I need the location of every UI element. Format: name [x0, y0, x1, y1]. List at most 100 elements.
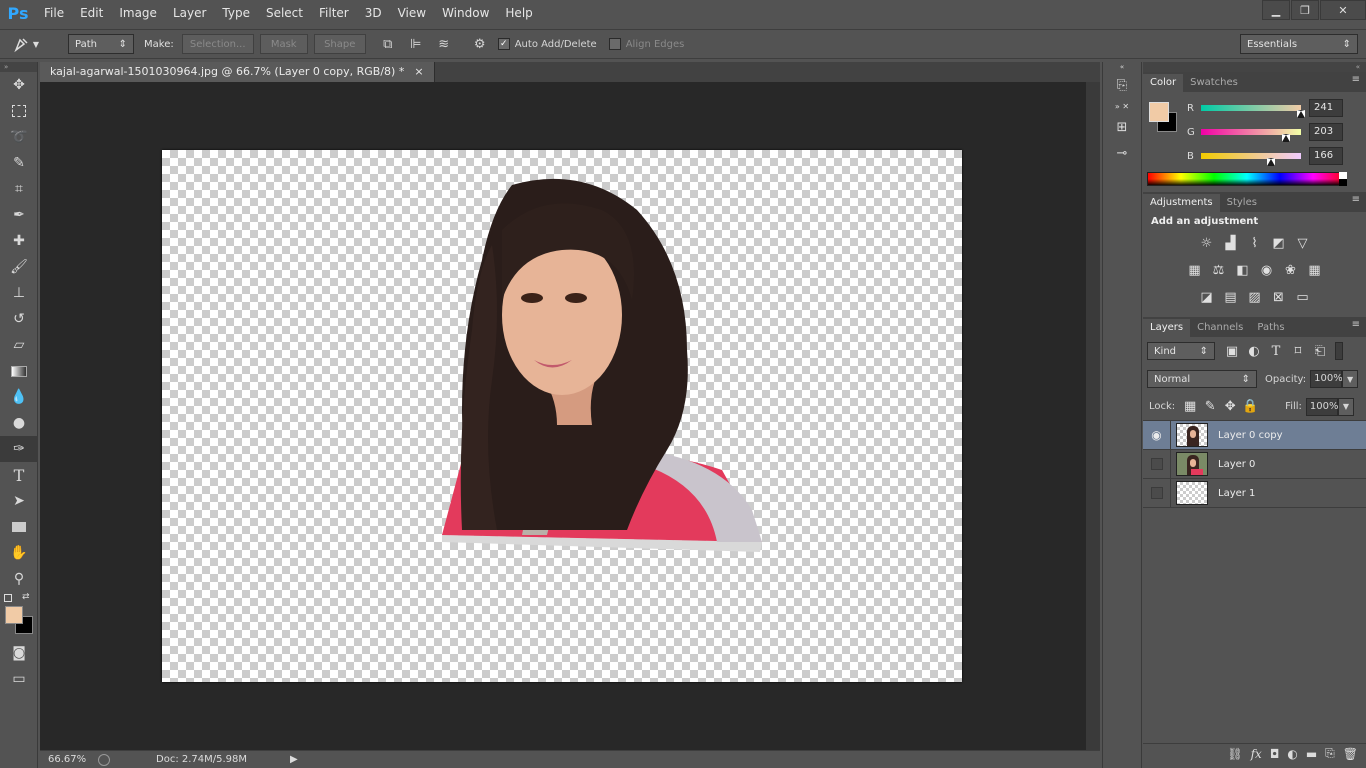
zoom-tool-icon[interactable]: ⚲ — [0, 566, 38, 592]
invert-icon[interactable]: ◪ — [1198, 289, 1216, 307]
spectrum-white-swatch[interactable] — [1339, 172, 1347, 179]
brush-tool-icon[interactable]: 🖌 — [0, 254, 38, 280]
swap-colors-icon[interactable]: ⇄ — [22, 592, 30, 602]
marquee-tool-icon[interactable] — [0, 98, 38, 124]
lock-image-icon[interactable]: ✎ — [1201, 398, 1219, 416]
layer-row[interactable]: Layer 1 — [1143, 479, 1366, 508]
foreground-color-swatch[interactable] — [5, 606, 23, 624]
vibrance-icon[interactable]: ▽ — [1294, 235, 1312, 253]
exposure-icon[interactable]: ◩ — [1270, 235, 1288, 253]
panel-menu-icon[interactable]: ≡ — [1352, 319, 1360, 330]
menu-image[interactable]: Image — [111, 0, 165, 26]
menu-edit[interactable]: Edit — [72, 0, 111, 26]
menu-3d[interactable]: 3D — [357, 0, 390, 26]
photo-filter-icon[interactable]: ◉ — [1258, 262, 1276, 280]
black-white-icon[interactable]: ◧ — [1234, 262, 1252, 280]
layer-kind-select[interactable]: Kind ⇕ — [1147, 342, 1215, 360]
lock-transparent-icon[interactable]: ▦ — [1181, 398, 1199, 416]
panel-dock-icon[interactable]: » ✕ — [1103, 98, 1141, 114]
panel-collapse-icon[interactable]: » — [0, 62, 37, 72]
layer-style-icon[interactable]: fx — [1251, 747, 1262, 761]
lock-position-icon[interactable]: ✥ — [1221, 398, 1239, 416]
blend-mode-select[interactable]: Normal ⇕ — [1147, 370, 1257, 388]
opacity-dropdown-icon[interactable]: ▼ — [1342, 370, 1359, 388]
lasso-tool-icon[interactable]: ➰ — [0, 124, 38, 150]
minimize-button[interactable]: ▁ — [1262, 0, 1290, 20]
add-mask-icon[interactable]: ◘ — [1270, 747, 1280, 761]
tab-channels[interactable]: Channels — [1190, 319, 1250, 337]
gradient-tool-icon[interactable] — [0, 358, 38, 384]
blue-slider-thumb[interactable] — [1267, 158, 1276, 166]
color-balance-icon[interactable]: ⚖ — [1210, 262, 1228, 280]
link-layers-icon[interactable]: ⛓ — [1227, 747, 1242, 761]
color-spectrum-bar[interactable] — [1147, 172, 1347, 186]
auto-add-delete-checkbox[interactable]: ✓ Auto Add/Delete — [497, 38, 597, 50]
filter-type-icon[interactable]: T — [1267, 342, 1285, 360]
status-info-icon[interactable] — [98, 753, 110, 766]
history-panel-icon[interactable]: ⎘ — [1103, 72, 1141, 98]
gear-icon[interactable]: ⚙ — [470, 34, 490, 54]
align-edges-checkbox[interactable]: Align Edges — [608, 38, 684, 50]
delete-layer-icon[interactable]: 🗑 — [1343, 747, 1358, 761]
new-adjustment-layer-icon[interactable]: ◐ — [1287, 747, 1297, 761]
pen-tool-icon[interactable]: ✑ — [0, 436, 38, 462]
expand-panels-icon[interactable]: « — [1103, 62, 1141, 72]
menu-help[interactable]: Help — [497, 0, 540, 26]
path-operations-icon[interactable]: ⧉ — [378, 34, 398, 54]
tab-swatches[interactable]: Swatches — [1183, 74, 1245, 92]
selective-color-icon[interactable]: ⊠ — [1270, 289, 1288, 307]
filter-smart-object-icon[interactable]: ⎗ — [1311, 342, 1329, 360]
posterize-icon[interactable]: ▤ — [1222, 289, 1240, 307]
workspace-select[interactable]: Essentials ⇕ — [1240, 34, 1358, 54]
blur-tool-icon[interactable]: 💧 — [0, 384, 38, 410]
tab-paths[interactable]: Paths — [1250, 319, 1291, 337]
tab-adjustments[interactable]: Adjustments — [1143, 194, 1220, 212]
panel-menu-icon[interactable]: ≡ — [1352, 74, 1360, 85]
blue-value[interactable]: 166 — [1309, 147, 1343, 165]
curves-icon[interactable]: ⌇ — [1246, 235, 1264, 253]
crop-tool-icon[interactable]: ⌗ — [0, 176, 38, 202]
hue-saturation-icon[interactable]: ▦ — [1186, 262, 1204, 280]
dodge-tool-icon[interactable]: ● — [0, 410, 38, 436]
panels-collapse-icon[interactable]: « — [1143, 62, 1366, 72]
layer-visibility-toggle[interactable] — [1143, 479, 1171, 507]
layer-visibility-toggle[interactable]: ◉ — [1143, 421, 1171, 449]
gradient-map-icon[interactable]: ▭ — [1294, 289, 1312, 307]
document-tab[interactable]: kajal-agarwal-1501030964.jpg @ 66.7% (La… — [40, 62, 435, 82]
move-tool-icon[interactable]: ✥ — [0, 72, 38, 98]
filter-toggle[interactable] — [1335, 342, 1343, 360]
green-value[interactable]: 203 — [1309, 123, 1343, 141]
tab-layers[interactable]: Layers — [1143, 319, 1191, 337]
path-arrangement-icon[interactable]: ≋ — [434, 34, 454, 54]
layer-row[interactable]: Layer 0 — [1143, 450, 1366, 479]
green-slider[interactable] — [1201, 129, 1301, 142]
green-slider-thumb[interactable] — [1281, 134, 1290, 142]
menu-type[interactable]: Type — [214, 0, 258, 26]
red-value[interactable]: 241 — [1309, 99, 1343, 117]
document-canvas[interactable] — [162, 150, 962, 682]
zoom-level[interactable]: 66.67% — [48, 754, 94, 765]
screen-mode-icon[interactable]: ▭ — [0, 666, 38, 692]
healing-brush-tool-icon[interactable]: ✚ — [0, 228, 38, 254]
close-button[interactable]: ✕ — [1320, 0, 1366, 20]
filter-pixel-icon[interactable]: ▣ — [1223, 342, 1241, 360]
history-brush-tool-icon[interactable]: ↺ — [0, 306, 38, 332]
fill-dropdown-icon[interactable]: ▼ — [1337, 397, 1354, 416]
menu-view[interactable]: View — [390, 0, 434, 26]
hand-tool-icon[interactable]: ✋ — [0, 540, 38, 566]
fill-value[interactable]: 100% — [1305, 397, 1339, 416]
quick-mask-icon[interactable]: ◙ — [0, 640, 38, 666]
rectangle-tool-icon[interactable] — [0, 514, 38, 540]
red-slider[interactable] — [1201, 105, 1305, 118]
opacity-value[interactable]: 100% — [1310, 370, 1343, 388]
menu-file[interactable]: File — [36, 0, 72, 26]
menu-layer[interactable]: Layer — [165, 0, 214, 26]
menu-select[interactable]: Select — [258, 0, 311, 26]
pen-mode-select[interactable]: Path ⇕ — [68, 34, 134, 54]
blue-slider[interactable] — [1201, 153, 1301, 166]
eyedropper-tool-icon[interactable]: ✒ — [0, 202, 38, 228]
selection-button[interactable]: Selection... — [181, 34, 254, 54]
layer-visibility-toggle[interactable] — [1143, 450, 1171, 478]
brightness-contrast-icon[interactable]: ☼ — [1198, 235, 1216, 253]
path-alignment-icon[interactable]: ⊫ — [406, 34, 426, 54]
